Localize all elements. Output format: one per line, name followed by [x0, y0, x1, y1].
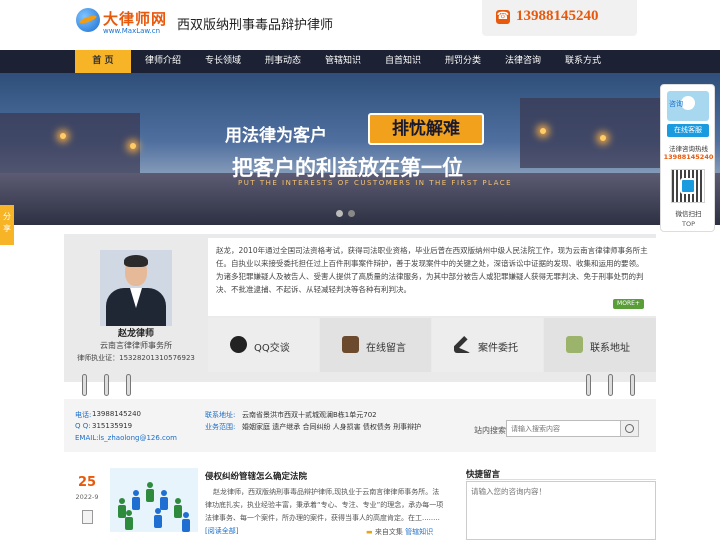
- news-day: 25: [77, 475, 97, 490]
- news-title[interactable]: 侵权纠纷管辖怎么确定法院: [205, 470, 307, 482]
- contact-address-button[interactable]: 联系地址: [544, 318, 656, 372]
- news-thumbnail[interactable]: [110, 468, 198, 532]
- news-category-link[interactable]: 管辖知识: [405, 528, 433, 536]
- floating-contact-panel: 咨询 在线客服 法律咨询热线 13988145240 微信扫扫 TOP: [660, 84, 715, 232]
- banner-light: [60, 133, 66, 139]
- qq-value: 315135919: [92, 422, 133, 430]
- divider: [466, 479, 656, 480]
- case-entrust-label: 案件委托: [478, 343, 518, 354]
- binder-ring: [608, 374, 613, 396]
- folder-icon: ▬: [366, 528, 373, 536]
- main-nav: 首 页 律师介绍 专长领域 刑事动态 管辖知识 自首知识 刑罚分类 法律咨询 联…: [0, 50, 720, 73]
- hero-banner: 用法律为客户 排忧解难 把客户的利益放在第一位 PUT THE INTEREST…: [0, 73, 720, 225]
- qq-icon: [230, 336, 247, 353]
- news-month: 2022-9: [75, 493, 99, 501]
- email-value[interactable]: EMAIL:ls_zhaolong@126.com: [75, 434, 177, 442]
- nav-item-home[interactable]: 首 页: [75, 50, 131, 73]
- lawyer-photo: [100, 250, 172, 326]
- qr-center-icon: [680, 178, 696, 194]
- more-button[interactable]: MORE+: [613, 299, 644, 309]
- figure: [160, 490, 168, 510]
- news-source: ▬ 来自文集 管辖知识: [366, 527, 433, 537]
- site-header: 大律师网 www.MaxLaw.cn 西双版纳刑事毒品辩护律师 ☎ 139881…: [0, 0, 720, 50]
- qq-chat-label: QQ交谈: [254, 343, 290, 354]
- binder-ring: [82, 374, 87, 396]
- wechat-label: 微信扫扫: [675, 210, 702, 218]
- figure: [174, 498, 182, 518]
- globe-icon: [76, 8, 100, 32]
- banner-line-3: PUT THE INTERESTS OF CUSTOMERS IN THE FI…: [238, 179, 513, 187]
- figure: [125, 510, 133, 530]
- scope-label: 业务范围:: [205, 423, 236, 431]
- nav-item-criminal-news[interactable]: 刑事动态: [257, 50, 309, 73]
- binder-ring: [126, 374, 131, 396]
- document-icon: [82, 510, 93, 524]
- binder-ring: [104, 374, 109, 396]
- qq-chat-button[interactable]: QQ交谈: [208, 318, 319, 372]
- back-to-top[interactable]: TOP: [661, 220, 716, 228]
- message-icon: [342, 336, 359, 353]
- nav-item-surrender[interactable]: 自首知识: [377, 50, 429, 73]
- banner-line-2: 把客户的利益放在第一位: [232, 156, 463, 180]
- banner-highlight: 排忧解难: [368, 113, 484, 145]
- banner-light: [540, 128, 546, 134]
- figure: [182, 512, 190, 532]
- hotline-number: 13988145240: [663, 153, 714, 161]
- header-phone: ☎ 13988145240: [482, 0, 637, 36]
- header-phone-number: 13988145240: [516, 8, 599, 24]
- gavel-icon: [454, 336, 471, 353]
- lawyer-firm: 云南言律律师事务所: [100, 341, 172, 350]
- binder-ring: [586, 374, 591, 396]
- quick-message-input[interactable]: [466, 481, 656, 540]
- nav-item-contact[interactable]: 联系方式: [557, 50, 609, 73]
- site-tagline: 西双版纳刑事毒品辩护律师: [177, 18, 334, 33]
- nav-item-penalty[interactable]: 刑罚分类: [437, 50, 489, 73]
- news-date: 25 2022-9: [72, 475, 102, 501]
- search-input[interactable]: [506, 420, 622, 437]
- consult-label: 咨询: [669, 100, 683, 108]
- hotline-label: 法律咨询热线: [669, 145, 708, 153]
- banner-dot-2[interactable]: [348, 210, 355, 217]
- lawyer-license: 律师执业证：15328201310576923: [77, 354, 195, 362]
- banner-light: [130, 143, 136, 149]
- nav-item-lawyer-intro[interactable]: 律师介绍: [137, 50, 189, 73]
- qq-label: Q Q:: [75, 422, 91, 430]
- phone-icon: ☎: [496, 10, 510, 24]
- site-logo[interactable]: 大律师网 www.MaxLaw.cn: [76, 8, 171, 38]
- search-button[interactable]: [620, 420, 639, 437]
- figure: [146, 482, 154, 502]
- banner-light: [600, 135, 606, 141]
- online-message-button[interactable]: 在线留言: [320, 318, 431, 372]
- nav-item-expertise[interactable]: 专长领域: [197, 50, 249, 73]
- phone-label: 电话:: [75, 411, 92, 419]
- phone-value: 13988145240: [92, 410, 141, 418]
- figure: [154, 508, 162, 528]
- map-icon: [566, 336, 583, 353]
- news-source-label: 来自文集: [374, 528, 403, 536]
- contact-address-label: 联系地址: [590, 343, 630, 354]
- share-tab[interactable]: 分享: [0, 205, 14, 245]
- search-label: 站内搜索: [474, 426, 506, 435]
- binder-ring: [630, 374, 635, 396]
- read-more-link[interactable]: [阅读全部]: [205, 527, 238, 535]
- case-entrust-button[interactable]: 案件委托: [432, 318, 543, 372]
- nav-item-consult[interactable]: 法律咨询: [497, 50, 549, 73]
- banner-dot-1[interactable]: [336, 210, 343, 217]
- logo-url: www.MaxLaw.cn: [103, 27, 161, 35]
- address-value: 云南省景洪市西双十贰城观澜B栋1单元702: [242, 411, 377, 419]
- nav-item-jurisdiction[interactable]: 管辖知识: [317, 50, 369, 73]
- address-label: 联系地址:: [205, 411, 236, 419]
- figure: [132, 490, 140, 510]
- logo-text: 大律师网: [103, 10, 168, 28]
- news-body-text: 赵龙律师，西双版纳刑事毒品辩护律师,现执业于云南言律律师事务所。法律功底扎实，执…: [205, 488, 444, 522]
- online-service-button[interactable]: 在线客服: [667, 124, 709, 137]
- lawyer-name: 赵龙律师: [117, 329, 154, 339]
- scope-value: 婚姻家庭 遗产继承 合同纠纷 人身损害 债权债务 刑事辩护: [242, 423, 422, 431]
- photo-hair: [124, 255, 148, 267]
- banner-line-1: 用法律为客户: [225, 126, 327, 146]
- online-message-label: 在线留言: [366, 343, 406, 354]
- lawyer-description: 赵龙，2010年通过全国司法资格考试，获得司法职业资格，毕业后曾在西双版纳州中级…: [208, 238, 656, 316]
